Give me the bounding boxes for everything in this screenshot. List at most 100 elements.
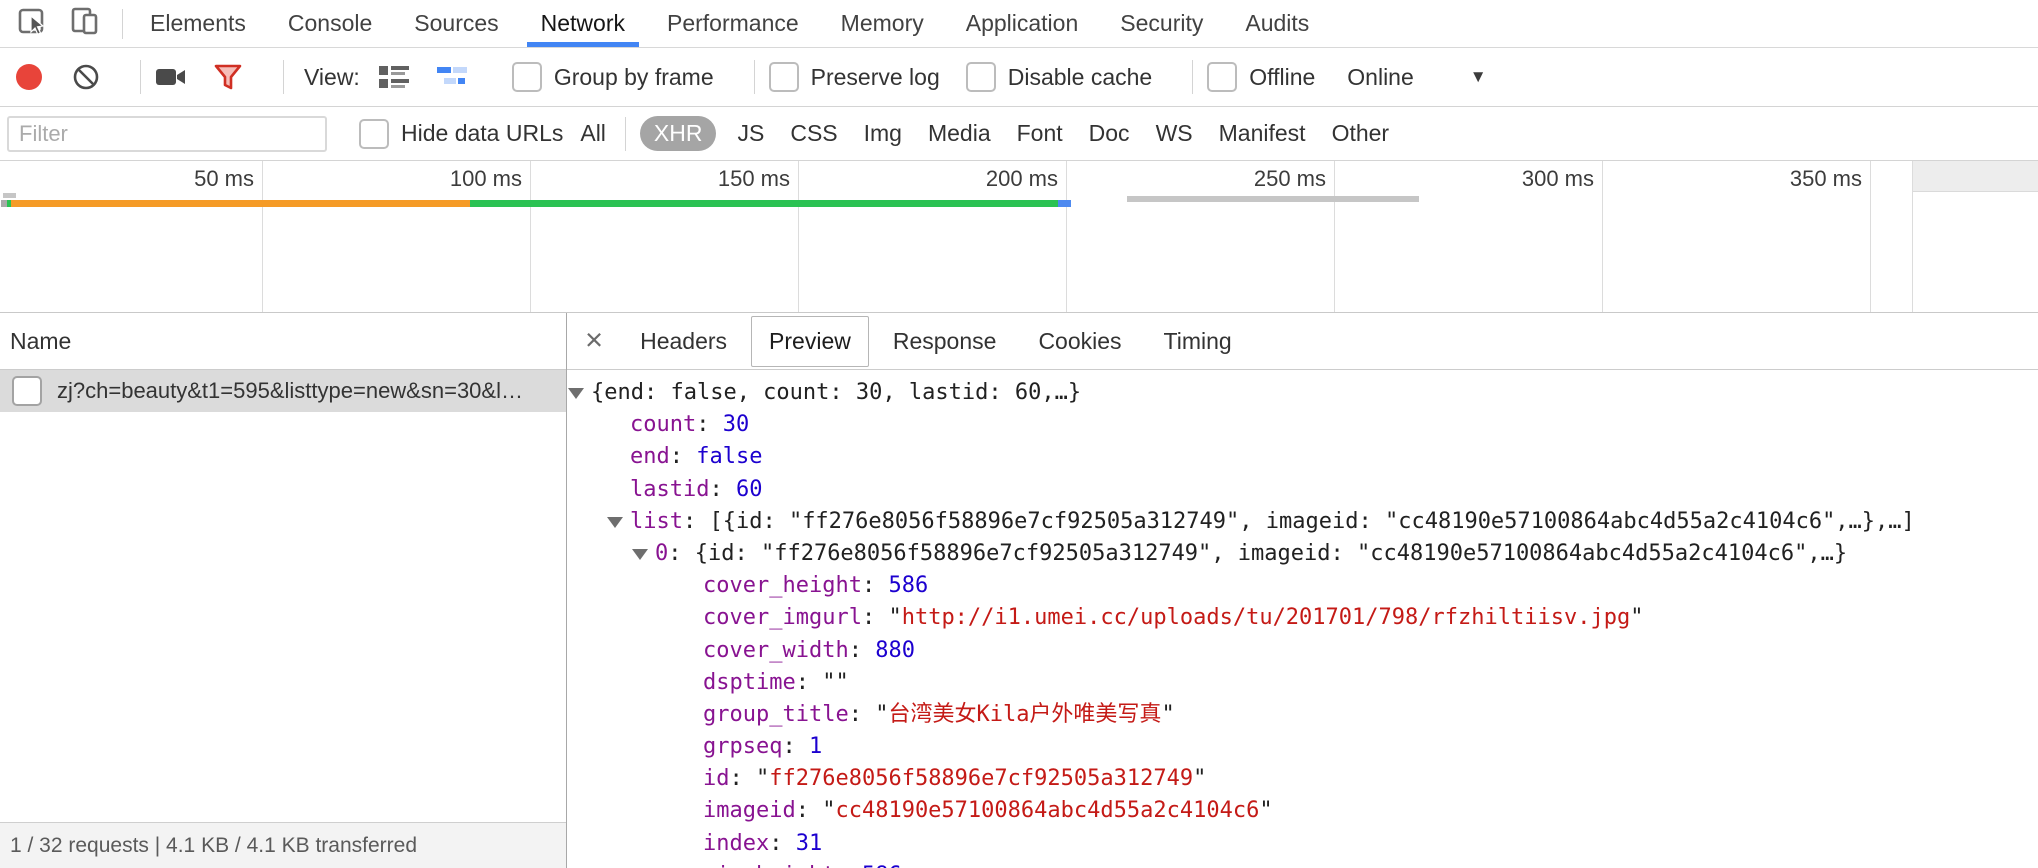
filter-type-ws[interactable]: WS [1156,120,1193,147]
filter-type-js[interactable]: JS [737,120,764,147]
filter-input[interactable] [7,116,327,152]
json-number-value: 586 [862,863,902,868]
request-row[interactable]: zj?ch=beauty&t1=595&listtype=new&sn=30&l… [0,370,566,412]
detail-tab-cookies[interactable]: Cookies [1020,316,1139,367]
json-tree-line[interactable]: pic_height: 586 [567,860,2038,868]
json-tree-line[interactable]: grpseq: 1 [567,731,2038,763]
disable-cache-label[interactable]: Disable cache [1008,64,1152,91]
json-text: : [782,734,809,759]
timeline-tick-label: 250 ms [1254,166,1326,192]
camera-icon[interactable] [155,65,187,89]
json-text: : [862,573,889,598]
filter-type-doc[interactable]: Doc [1089,120,1130,147]
json-text: " [756,766,769,791]
request-name: zj?ch=beauty&t1=595&listtype=new&sn=30&l… [57,378,523,404]
expand-arrow-icon[interactable] [607,517,623,528]
offline-label[interactable]: Offline [1249,64,1315,91]
record-icon[interactable] [16,64,42,90]
preserve-log-label[interactable]: Preserve log [811,64,940,91]
overview-bar-other-grey [1127,196,1419,202]
filter-type-css[interactable]: CSS [790,120,837,147]
filter-type-other[interactable]: Other [1332,120,1390,147]
expand-arrow-icon[interactable] [568,388,584,399]
waterfall-view-icon[interactable] [436,65,470,89]
tab-application[interactable]: Application [945,0,1100,47]
group-by-frame-label[interactable]: Group by frame [554,64,714,91]
json-key: lastid [630,477,709,502]
funnel-icon[interactable] [213,63,243,91]
tab-performance[interactable]: Performance [646,0,820,47]
tab-network[interactable]: Network [520,0,646,47]
json-tree-line[interactable]: 0: {id: "ff276e8056f58896e7cf92505a31274… [567,538,2038,570]
json-key: dsptime [703,670,796,695]
close-icon[interactable]: × [585,324,603,355]
filter-type-img[interactable]: Img [864,120,902,147]
request-checkbox[interactable] [12,376,42,406]
preserve-log-checkbox[interactable] [769,62,799,92]
device-toolbar-icon[interactable] [70,6,100,41]
json-string-value: 台湾美女Kila户外唯美写真 [888,702,1161,727]
filter-type-xhr[interactable]: XHR [640,116,717,151]
group-by-frame-checkbox[interactable] [512,62,542,92]
tab-memory[interactable]: Memory [820,0,945,47]
detail-tab-response[interactable]: Response [875,316,1015,367]
hide-data-urls-checkbox[interactable] [359,119,389,149]
filter-type-font[interactable]: Font [1017,120,1063,147]
json-tree-line[interactable]: cover_height: 586 [567,570,2038,602]
tab-security[interactable]: Security [1099,0,1224,47]
timeline-tick-label: 200 ms [986,166,1058,192]
network-overview-timeline[interactable]: 50 ms100 ms150 ms200 ms250 ms300 ms350 m… [0,161,2038,313]
json-text: "" [822,670,849,695]
timeline-tick-label: 150 ms [718,166,790,192]
json-tree-line[interactable]: lastid: 60 [567,474,2038,506]
json-tree-line[interactable]: list: [{id: "ff276e8056f58896e7cf92505a3… [567,506,2038,538]
throttling-select[interactable]: Online ▼ [1347,64,1486,91]
detail-tab-timing[interactable]: Timing [1146,316,1250,367]
json-tree-line[interactable]: index: 31 [567,828,2038,860]
json-tree-line[interactable]: group_title: "台湾美女Kila户外唯美写真" [567,699,2038,731]
json-tree-line[interactable]: cover_imgurl: "http://i1.umei.cc/uploads… [567,602,2038,634]
json-text: : [709,477,736,502]
disable-cache-checkbox[interactable] [966,62,996,92]
status-bar: 1 / 32 requests | 4.1 KB / 4.1 KB transf… [0,822,566,868]
tab-audits[interactable]: Audits [1224,0,1330,47]
requests-panel: Name zj?ch=beauty&t1=595&listtype=new&sn… [0,313,567,868]
timeline-tick-label: 350 ms [1790,166,1862,192]
json-tree-line[interactable]: count: 30 [567,409,2038,441]
json-text: " [1193,766,1206,791]
json-tree-line[interactable]: id: "ff276e8056f58896e7cf92505a312749" [567,763,2038,795]
filter-type-media[interactable]: Media [928,120,991,147]
json-key: index [703,831,769,856]
json-string-value: ff276e8056f58896e7cf92505a312749 [769,766,1193,791]
offline-checkbox[interactable] [1207,62,1237,92]
chevron-down-icon: ▼ [1470,67,1487,87]
tab-elements[interactable]: Elements [129,0,267,47]
json-tree-line[interactable]: end: false [567,441,2038,473]
network-filter-bar: Hide data URLs All XHR JS CSS Img Media … [0,107,2038,161]
hide-data-urls-label[interactable]: Hide data URLs [401,120,563,147]
tab-console[interactable]: Console [267,0,393,47]
json-tree-line[interactable]: cover_width: 880 [567,635,2038,667]
inspect-element-icon[interactable] [18,6,48,41]
clear-icon[interactable] [72,63,100,91]
detail-tab-headers[interactable]: Headers [622,316,745,367]
json-key: end [630,444,670,469]
json-tree-line[interactable]: {end: false, count: 30, lastid: 60,…} [567,377,2038,409]
json-text: " [1259,798,1272,823]
list-view-icon[interactable] [378,64,410,90]
json-tree-line[interactable]: dsptime: "" [567,667,2038,699]
devtools-window-icons [0,6,122,41]
json-text: : [670,444,697,469]
expand-arrow-icon[interactable] [632,549,648,560]
timeline-gridline [1602,161,1603,312]
filter-type-manifest[interactable]: Manifest [1219,120,1306,147]
json-key: imageid [703,798,796,823]
json-text: : [696,412,723,437]
json-tree-line[interactable]: imageid: "cc48190e57100864abc4d55a2c4104… [567,795,2038,827]
filter-type-all[interactable]: All [580,120,606,147]
detail-tab-preview[interactable]: Preview [751,316,869,367]
throttling-value: Online [1347,64,1413,91]
filter-divider [625,117,626,151]
requests-column-header: Name [0,313,566,370]
tab-sources[interactable]: Sources [393,0,519,47]
